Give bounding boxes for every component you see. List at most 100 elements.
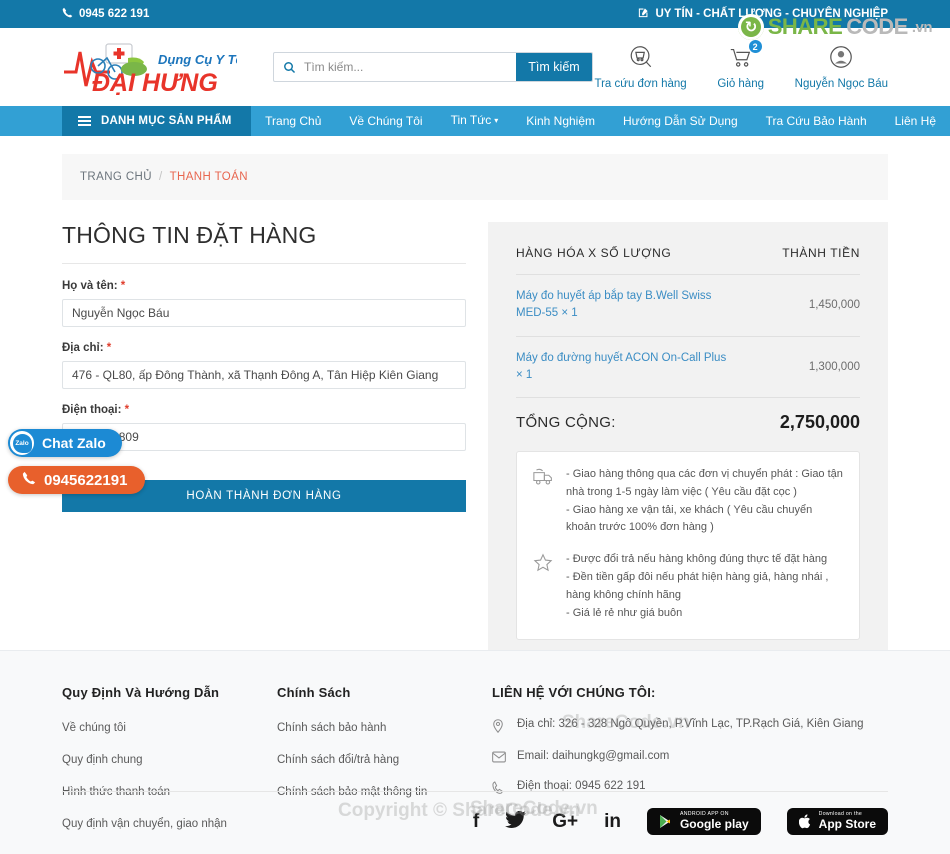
footer-bottom: f G+ in ANDROID APP ON Google play Downl… bbox=[62, 791, 888, 835]
policy-guarantee-text: - Được đổi trả nếu hàng không đúng thực … bbox=[566, 553, 829, 619]
hotline-phone-label: 0945622191 bbox=[44, 471, 128, 489]
breadcrumb-wrap: TRANG CHỦ / THANH TOÁN bbox=[0, 136, 950, 200]
order-lookup-label: Tra cứu đơn hàng bbox=[594, 78, 687, 90]
contact-address: Địa chỉ: 326 - 328 Ngô Quyền, P.Vĩnh Lạc… bbox=[492, 718, 888, 736]
user-account-action[interactable]: Nguyễn Ngọc Báu bbox=[795, 44, 888, 90]
summary-item-row: Máy đo đường huyết ACON On-Call Plus × 1… bbox=[516, 335, 860, 398]
top-bar: 0945 622 191 UY TÍN - CHẤT LƯỢNG - CHUYÊ… bbox=[0, 0, 950, 28]
map-pin-icon bbox=[492, 718, 506, 736]
summary-item-row: Máy đo huyết áp bắp tay B.Well Swiss MED… bbox=[516, 274, 860, 336]
breadcrumb-separator: / bbox=[158, 171, 163, 183]
breadcrumb-current: THANH TOÁN bbox=[169, 171, 248, 183]
chat-zalo-label: Chat Zalo bbox=[42, 435, 106, 451]
phone-field[interactable] bbox=[62, 423, 466, 451]
topbar-slogan: UY TÍN - CHẤT LƯỢNG - CHUYÊN NGHIỆP bbox=[638, 7, 888, 21]
order-lookup-action[interactable]: Tra cứu đơn hàng bbox=[594, 44, 687, 90]
summary-item-amount: 1,300,000 bbox=[808, 360, 860, 373]
footer-col2-list: Chính sách bảo hành Chính sách đổi/trả h… bbox=[277, 718, 492, 800]
footer-link-ve-chung-toi[interactable]: Về chúng tôi bbox=[62, 722, 126, 734]
play-triangle-icon bbox=[659, 815, 670, 828]
twitter-icon[interactable] bbox=[505, 810, 527, 832]
contact-address-text: Địa chỉ: 326 - 328 Ngô Quyền, P.Vĩnh Lạc… bbox=[517, 718, 864, 730]
nav-item-trang-chu[interactable]: Trang Chủ bbox=[251, 106, 335, 136]
address-label: Địa chỉ: * bbox=[62, 342, 112, 354]
nav-item-tra-cuu-bao-hanh[interactable]: Tra Cứu Bảo Hành bbox=[752, 106, 881, 136]
order-lookup-icon bbox=[628, 44, 654, 73]
site-footer: Quy Định Và Hướng Dẫn Về chúng tôi Quy đ… bbox=[0, 650, 950, 854]
page-root: 0945 622 191 UY TÍN - CHẤT LƯỢNG - CHUYÊ… bbox=[0, 0, 950, 854]
apple-logo-icon bbox=[798, 814, 810, 829]
nav-item-huong-dan-su-dung[interactable]: Hướng Dẫn Sử Dụng bbox=[609, 106, 752, 136]
nav-links: Trang Chủ Về Chúng Tôi Tin Tức ▾ Kinh Ngh… bbox=[251, 106, 950, 136]
order-summary-column: HÀNG HÓA X SỐ LƯỢNG THÀNH TIỀN Máy đo hu… bbox=[488, 222, 888, 668]
main-content: THÔNG TIN ĐẶT HÀNG Họ và tên: * Địa chỉ:… bbox=[0, 200, 950, 668]
summary-total-label: TỔNG CỘNG: bbox=[516, 414, 616, 431]
product-category-menu-button[interactable]: DANH MỤC SẢN PHẨM bbox=[62, 106, 252, 136]
google-plus-icon[interactable]: G+ bbox=[552, 812, 578, 831]
fullname-field[interactable] bbox=[62, 299, 466, 327]
main-nav: DANH MỤC SẢN PHẨM Trang Chủ Về Chúng Tôi… bbox=[0, 106, 950, 136]
zalo-icon: Zalo bbox=[10, 431, 34, 455]
apple-app-store-icon[interactable]: Download on the App Store bbox=[786, 808, 888, 835]
envelope-icon bbox=[492, 750, 506, 766]
checkout-form-column: THÔNG TIN ĐẶT HÀNG Họ và tên: * Địa chỉ:… bbox=[62, 222, 466, 668]
cart-action[interactable]: 2 Giỏ hàng bbox=[713, 39, 769, 90]
summary-total: TỔNG CỘNG: 2,750,000 bbox=[516, 397, 860, 433]
search-button[interactable]: Tìm kiếm bbox=[516, 53, 592, 81]
fullname-label: Họ và tên: * bbox=[62, 280, 126, 292]
required-mark: * bbox=[124, 404, 130, 416]
search-input[interactable] bbox=[304, 53, 516, 81]
search-box[interactable]: Tìm kiếm bbox=[273, 52, 593, 82]
topbar-slogan-text: UY TÍN - CHẤT LƯỢNG - CHUYÊN NGHIỆP bbox=[655, 8, 888, 20]
cart-count-badge: 2 bbox=[747, 39, 763, 54]
field-address: Địa chỉ: * bbox=[62, 342, 466, 389]
brand-logo-graphic: Dụng Cụ Y Tế ĐẠI HƯNG bbox=[64, 43, 237, 97]
summary-item-amount: 1,450,000 bbox=[808, 299, 860, 312]
list-item: Chính sách bảo hành bbox=[277, 718, 492, 736]
list-item: Chính sách đổi/trả hàng bbox=[277, 750, 492, 768]
hotline-phone-button[interactable]: 0945622191 bbox=[8, 466, 146, 494]
footer-contact-title: LIÊN HỆ VỚI CHÚNG TÔI: bbox=[492, 685, 656, 700]
apple-store-text: Download on the App Store bbox=[818, 811, 876, 831]
nav-item-tin-tuc[interactable]: Tin Tức ▾ bbox=[437, 105, 513, 137]
summary-total-value: 2,750,000 bbox=[779, 412, 860, 432]
phone-icon bbox=[22, 471, 36, 489]
summary-col-product: HÀNG HÓA X SỐ LƯỢNG bbox=[516, 246, 672, 260]
footer-col2-title: Chính Sách bbox=[277, 685, 351, 700]
policy-box: - Giao hàng thông qua các đơn vị chuyển … bbox=[516, 451, 860, 640]
header-actions: Tra cứu đơn hàng 2 Giỏ hàng Nguyễn Ngọc … bbox=[594, 39, 888, 90]
footer-link-doi-tra[interactable]: Chính sách đổi/trả hàng bbox=[277, 754, 399, 766]
phone-icon bbox=[62, 7, 73, 21]
page-title: THÔNG TIN ĐẶT HÀNG bbox=[62, 222, 466, 264]
policy-guarantee: - Được đổi trả nếu hàng không đúng thực … bbox=[533, 551, 843, 622]
breadcrumb-home[interactable]: TRANG CHỦ bbox=[80, 171, 152, 183]
footer-link-bao-hanh[interactable]: Chính sách bảo hành bbox=[277, 722, 386, 734]
chat-zalo-button[interactable]: Zalo Chat Zalo bbox=[8, 429, 122, 457]
contact-email: Email: daihungkg@gmail.com bbox=[492, 750, 888, 766]
address-field[interactable] bbox=[62, 361, 466, 389]
facebook-icon[interactable]: f bbox=[473, 812, 479, 831]
nav-item-kinh-nghiem[interactable]: Kinh Nghiệm bbox=[512, 106, 609, 136]
contact-email-text: Email: daihungkg@gmail.com bbox=[517, 750, 670, 762]
footer-link-quy-dinh-chung[interactable]: Quy định chung bbox=[62, 754, 143, 766]
shopping-cart-icon: 2 bbox=[728, 39, 763, 73]
field-fullname: Họ và tên: * bbox=[62, 280, 466, 327]
nav-item-lien-he[interactable]: Liên Hệ bbox=[881, 106, 950, 136]
summary-item-name[interactable]: Máy đo huyết áp bắp tay B.Well Swiss MED… bbox=[516, 288, 731, 323]
svg-text:Dụng Cụ Y Tế: Dụng Cụ Y Tế bbox=[158, 52, 237, 67]
brand-logo[interactable]: Dụng Cụ Y Tế ĐẠI HƯNG bbox=[62, 36, 237, 98]
svg-text:ĐẠI HƯNG: ĐẠI HƯNG bbox=[92, 69, 218, 97]
topbar-phone[interactable]: 0945 622 191 bbox=[62, 7, 149, 21]
google-play-icon[interactable]: ANDROID APP ON Google play bbox=[646, 808, 761, 835]
chevron-down-icon: ▾ bbox=[494, 116, 499, 125]
linkedin-icon[interactable]: in bbox=[604, 812, 621, 831]
order-summary: HÀNG HÓA X SỐ LƯỢNG THÀNH TIỀN Máy đo hu… bbox=[488, 222, 888, 668]
field-phone: Điện thoại: * bbox=[62, 404, 466, 451]
policy-shipping-text: - Giao hàng thông qua các đơn vị chuyển … bbox=[566, 468, 843, 534]
summary-item-name[interactable]: Máy đo đường huyết ACON On-Call Plus × 1 bbox=[516, 350, 731, 385]
required-mark: * bbox=[106, 342, 112, 354]
user-account-label: Nguyễn Ngọc Báu bbox=[794, 78, 888, 90]
breadcrumb: TRANG CHỦ / THANH TOÁN bbox=[62, 154, 888, 200]
nav-item-ve-chung-toi[interactable]: Về Chúng Tôi bbox=[335, 106, 436, 136]
topbar-phone-text: 0945 622 191 bbox=[79, 8, 150, 20]
